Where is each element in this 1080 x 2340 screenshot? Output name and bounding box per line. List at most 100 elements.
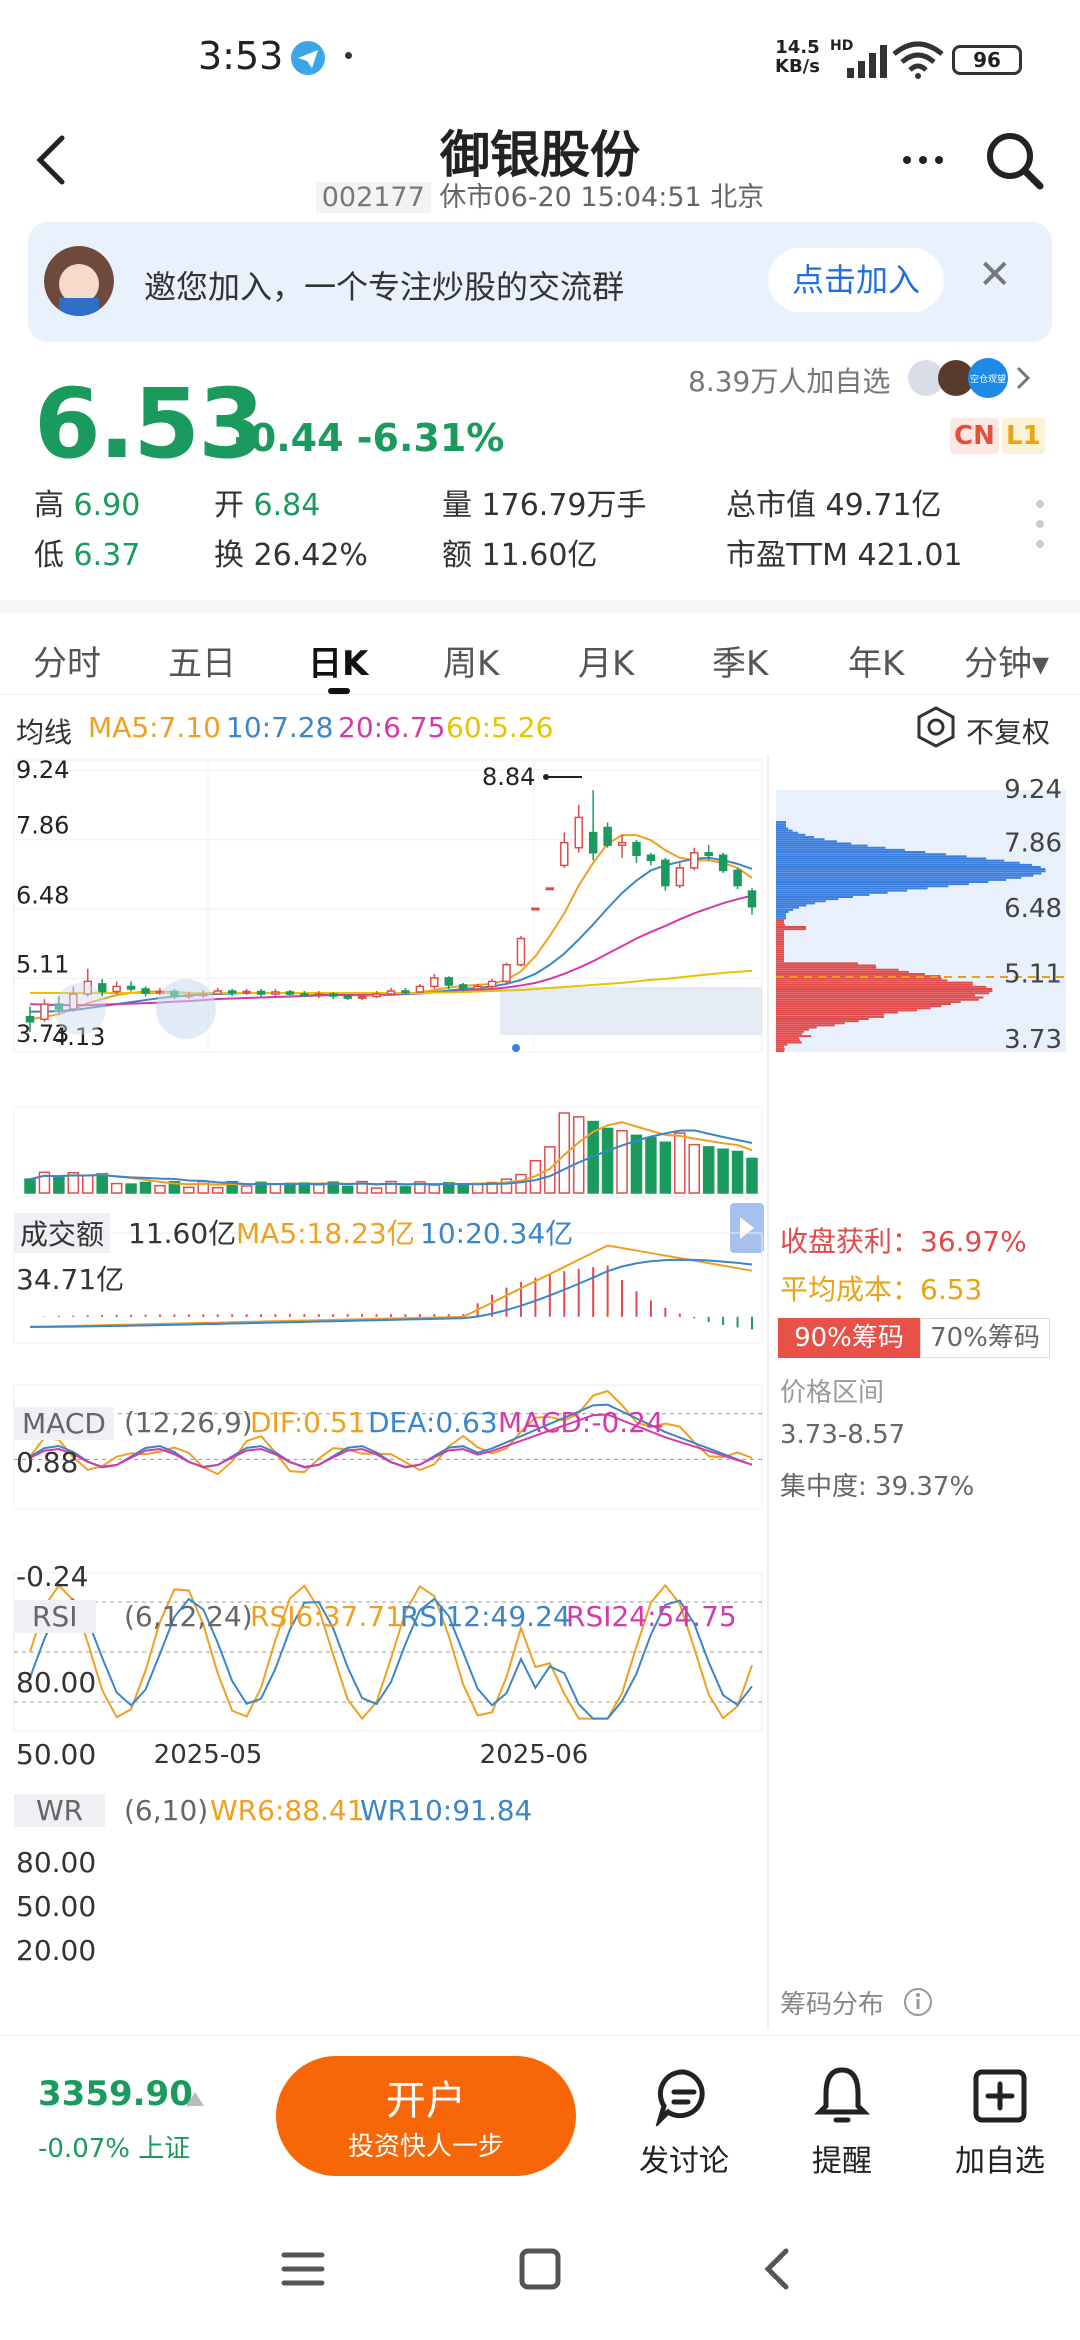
tab-minute[interactable]: 分钟▾ xyxy=(964,636,1049,685)
fuquan-toggle[interactable]: 不复权 xyxy=(966,711,1050,751)
pe-ratio: 市盈TTM 421.01 xyxy=(726,530,963,574)
chip-tab-90[interactable]: 90%筹码 xyxy=(778,1318,920,1358)
volume-label[interactable]: 成交额 xyxy=(14,1213,110,1253)
candle-body xyxy=(633,843,640,856)
event-marker-bubble-2 xyxy=(54,983,106,1035)
volume-bar xyxy=(184,1187,194,1193)
chip-tick-label: 9.24 xyxy=(1004,775,1062,805)
price-tick-label: 6.48 xyxy=(16,881,69,909)
volume-bar xyxy=(646,1138,656,1193)
more-vertical-icon[interactable] xyxy=(1034,496,1046,556)
volume-bar xyxy=(126,1184,136,1193)
index-change[interactable]: -0.07% 上证 xyxy=(38,2128,190,2165)
discuss-button[interactable]: 发讨论 xyxy=(624,2136,744,2180)
back-nav-icon[interactable] xyxy=(762,2247,792,2291)
index-value[interactable]: 3359.90 xyxy=(38,2074,193,2114)
info-icon[interactable] xyxy=(902,1986,934,2018)
candle-body xyxy=(445,978,452,985)
candle-body xyxy=(301,994,308,996)
alert-button[interactable]: 提醒 xyxy=(782,2136,902,2180)
volume-bar xyxy=(675,1133,685,1193)
volume-bar xyxy=(141,1182,151,1193)
date-tick-label: 2025-06 xyxy=(480,1740,589,1770)
candle-body xyxy=(41,1004,48,1019)
macd-dea: DEA:0.63 xyxy=(368,1406,498,1439)
date-axis: 2025-05 2025-06 xyxy=(154,1740,589,1770)
volume-bar xyxy=(314,1185,324,1193)
add-watchlist-button[interactable]: 加自选 xyxy=(940,2136,1060,2180)
candle-body xyxy=(590,833,597,853)
candle-body xyxy=(503,965,510,982)
tag-cn: CN xyxy=(950,418,999,454)
volume-ma-line xyxy=(30,1122,752,1185)
volume-bar xyxy=(704,1147,714,1193)
candle-body xyxy=(142,989,149,993)
tab-five-day[interactable]: 五日 xyxy=(168,636,236,685)
candle-body xyxy=(373,994,380,997)
macd-value: MACD:-0.24 xyxy=(498,1406,664,1439)
kline-chart-area[interactable]: 9.247.866.485.113.73 8.84 4.13 9.247.866… xyxy=(0,755,1080,2035)
event-dot xyxy=(512,1044,520,1052)
chip-tick-label: 5.11 xyxy=(1004,959,1062,989)
system-nav-bar xyxy=(0,2185,1080,2340)
volume-bar xyxy=(617,1131,627,1193)
candle-body xyxy=(359,997,366,999)
high-price: 高 6.90 xyxy=(34,480,140,524)
join-group-button[interactable]: 点击加入 xyxy=(768,248,944,312)
volume-bar xyxy=(574,1117,584,1193)
stock-status: 002177 休市06-20 15:04:51 北京 xyxy=(0,175,1080,214)
volume-bar xyxy=(343,1186,353,1193)
chip-footer: 筹码分布 xyxy=(780,1984,884,2021)
period-tabs: 分时 五日 日K 周K 月K 季K 年K 分钟▾ xyxy=(0,600,1080,692)
volume-bar xyxy=(458,1184,468,1193)
add-watchlist-icon[interactable] xyxy=(970,2066,1030,2126)
settings-hexagon-icon[interactable] xyxy=(914,705,958,749)
rsi-level-50: 50.00 xyxy=(16,1738,96,1771)
volume-bar xyxy=(97,1174,107,1193)
macd-dif: DIF:0.51 xyxy=(250,1406,366,1439)
tab-intraday[interactable]: 分时 xyxy=(33,636,101,685)
rsi-label[interactable]: RSI xyxy=(14,1600,96,1633)
watchers-count[interactable]: 8.39万人加自选 xyxy=(688,360,890,400)
market-cap: 总市值 49.71亿 xyxy=(726,480,941,524)
watcher-avatars[interactable]: 空仓观望 xyxy=(906,356,1036,402)
chip-range-label: 价格区间 xyxy=(780,1372,884,1409)
ma60-value: 60:5.26 xyxy=(446,711,553,744)
candle-body xyxy=(575,817,582,847)
date-tick-label: 2025-05 xyxy=(154,1740,263,1770)
bell-icon[interactable] xyxy=(812,2064,872,2128)
chip-concentration: 集中度: 39.37% xyxy=(780,1466,974,1503)
chip-tab-70[interactable]: 70%筹码 xyxy=(920,1318,1050,1358)
macd-plot xyxy=(30,1246,752,1330)
open-account-button[interactable]: 开户 投资快人一步 xyxy=(276,2056,576,2176)
more-icon[interactable] xyxy=(895,145,955,175)
volume-bar xyxy=(242,1186,252,1193)
tab-yearly-k[interactable]: 年K xyxy=(848,636,904,685)
volume-bars xyxy=(25,1113,757,1193)
menu-icon[interactable] xyxy=(280,2249,326,2289)
volume-bar xyxy=(660,1142,670,1193)
tab-daily-k[interactable]: 日K xyxy=(308,636,368,685)
candle-body xyxy=(691,853,698,868)
candle-body xyxy=(460,985,467,989)
tab-quarterly-k[interactable]: 季K xyxy=(712,636,768,685)
volume-bar xyxy=(516,1175,526,1193)
net-speed: 14.5 KB/s xyxy=(775,38,820,76)
search-icon[interactable] xyxy=(982,128,1048,194)
macd-top: 0.88 xyxy=(16,1446,78,1479)
candle-body xyxy=(749,891,756,907)
tab-monthly-k[interactable]: 月K xyxy=(578,636,634,685)
volume-bar xyxy=(213,1188,223,1193)
chip-avg-cost: 平均成本：6.53 xyxy=(780,1268,982,1308)
macd-label[interactable]: MACD xyxy=(14,1407,114,1440)
close-icon[interactable]: ✕ xyxy=(978,252,1012,298)
price-zone-highlight xyxy=(500,987,762,1035)
signal-icon xyxy=(845,42,895,78)
home-square-icon[interactable] xyxy=(518,2247,562,2291)
wr-label[interactable]: WR xyxy=(14,1794,105,1827)
chat-icon[interactable] xyxy=(654,2066,714,2126)
chip-tick-label: 3.73 xyxy=(1004,1025,1062,1055)
tab-weekly-k[interactable]: 周K xyxy=(443,636,499,685)
volume-bar xyxy=(372,1188,382,1193)
telegram-icon xyxy=(290,40,330,76)
